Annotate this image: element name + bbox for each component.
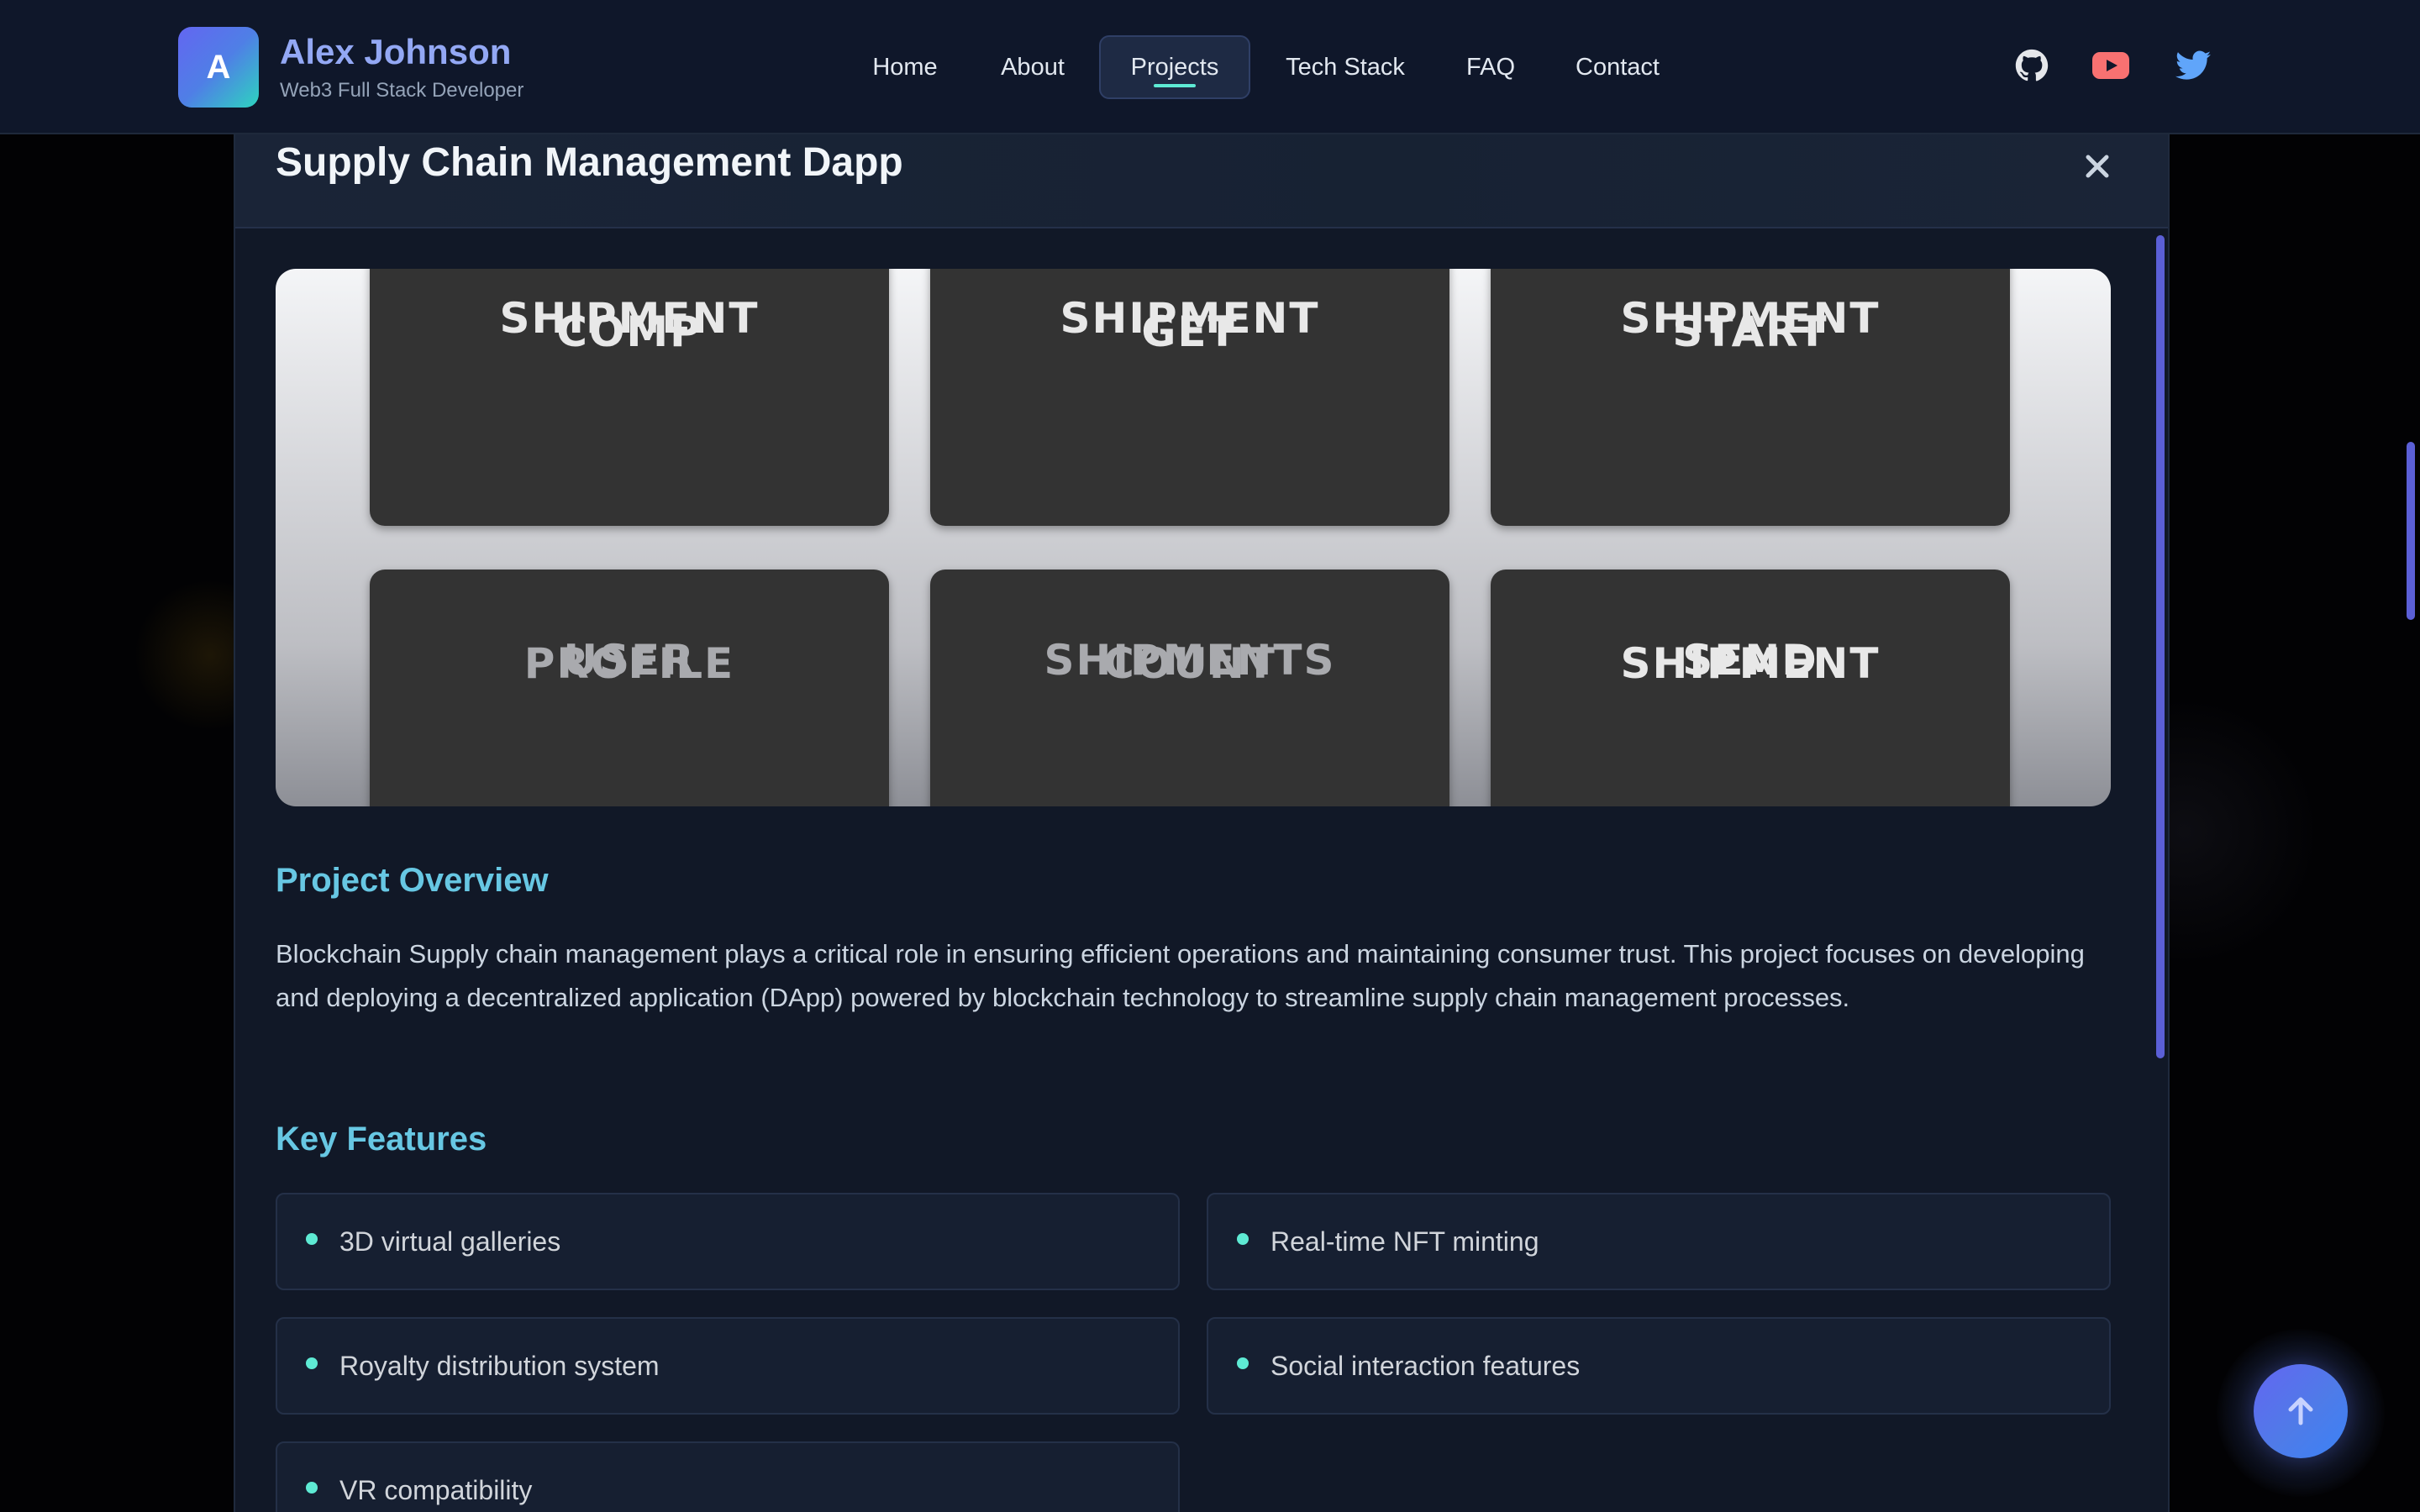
project-modal: Supply Chain Management Dapp COMP SHIPMEN… xyxy=(234,134,2170,1512)
hero-tile-text: SHIPMENTS COUNT xyxy=(1044,636,1336,688)
features-heading: Key Features xyxy=(276,1121,487,1158)
feature-item: VR compatibility xyxy=(276,1441,1180,1512)
project-hero-image: COMP SHIPMENT GET SHIPMENT START SHIPMENT U… xyxy=(276,269,2111,806)
brand-name[interactable]: Alex Johnson xyxy=(280,32,511,72)
close-icon xyxy=(2086,155,2109,178)
brand-role: Web3 Full Stack Developer xyxy=(280,79,524,102)
feature-label: Royalty distribution system xyxy=(339,1350,660,1381)
hero-tile-text: USER PROFILE xyxy=(523,636,735,688)
overview-heading: Project Overview xyxy=(276,862,549,899)
twitter-icon[interactable] xyxy=(2175,47,2212,84)
feature-item: Royalty distribution system xyxy=(276,1317,1180,1415)
feature-label: VR compatibility xyxy=(339,1474,533,1505)
nav-faq[interactable]: FAQ xyxy=(1447,35,1534,99)
modal-header: Supply Chain Management Dapp xyxy=(235,134,2168,228)
bullet-dot xyxy=(1237,1233,1249,1245)
github-icon[interactable] xyxy=(2013,47,2050,84)
nav-projects[interactable]: Projects xyxy=(1099,35,1250,99)
github-glyph xyxy=(2015,49,2049,81)
twitter-glyph xyxy=(2175,50,2211,80)
hero-tile: START SHIPMENT xyxy=(1491,269,2010,526)
hero-tile: USER PROFILE xyxy=(370,570,889,806)
logo-avatar[interactable]: A xyxy=(178,27,259,108)
nav-projects-label: Projects xyxy=(1130,53,1219,81)
hero-tile: GET SHIPMENT xyxy=(930,269,1449,526)
feature-item: Social interaction features xyxy=(1207,1317,2111,1415)
bullet-dot xyxy=(306,1357,318,1369)
modal-title: Supply Chain Management Dapp xyxy=(276,140,903,185)
arrow-up-icon xyxy=(2288,1397,2313,1425)
nav-about[interactable]: About xyxy=(983,35,1082,99)
feature-item: Real-time NFT minting xyxy=(1207,1193,2111,1290)
overview-text: Blockchain Supply chain management plays… xyxy=(276,939,2085,1012)
feature-label: Social interaction features xyxy=(1270,1350,1581,1381)
nav-home[interactable]: Home xyxy=(849,35,961,99)
bullet-dot xyxy=(306,1233,318,1245)
feature-label: Real-time NFT minting xyxy=(1270,1226,1539,1257)
bullet-dot xyxy=(306,1482,318,1494)
nav-contact[interactable]: Contact xyxy=(1561,35,1674,99)
close-button[interactable] xyxy=(2077,146,2118,186)
active-indicator xyxy=(1154,84,1196,87)
scroll-to-top-button[interactable] xyxy=(2254,1364,2348,1458)
nav-tech-stack[interactable]: Tech Stack xyxy=(1269,35,1422,99)
modal-scrollbar[interactable] xyxy=(2156,235,2165,1058)
feature-item: 3D virtual galleries xyxy=(276,1193,1180,1290)
page-scrollbar[interactable] xyxy=(2407,442,2415,620)
hero-tile: SHIPMENTS COUNT xyxy=(930,570,1449,806)
feature-label: 3D virtual galleries xyxy=(339,1226,561,1257)
hero-tile-text: SEND SHIPMENT xyxy=(1620,636,1881,688)
bullet-dot xyxy=(1237,1357,1249,1369)
site-header: A Alex Johnson Web3 Full Stack Developer… xyxy=(0,0,2420,134)
hero-tile: SEND SHIPMENT xyxy=(1491,570,2010,806)
youtube-glyph xyxy=(2092,52,2129,79)
youtube-icon[interactable] xyxy=(2092,47,2129,84)
hero-tile: COMP SHIPMENT xyxy=(370,269,889,526)
